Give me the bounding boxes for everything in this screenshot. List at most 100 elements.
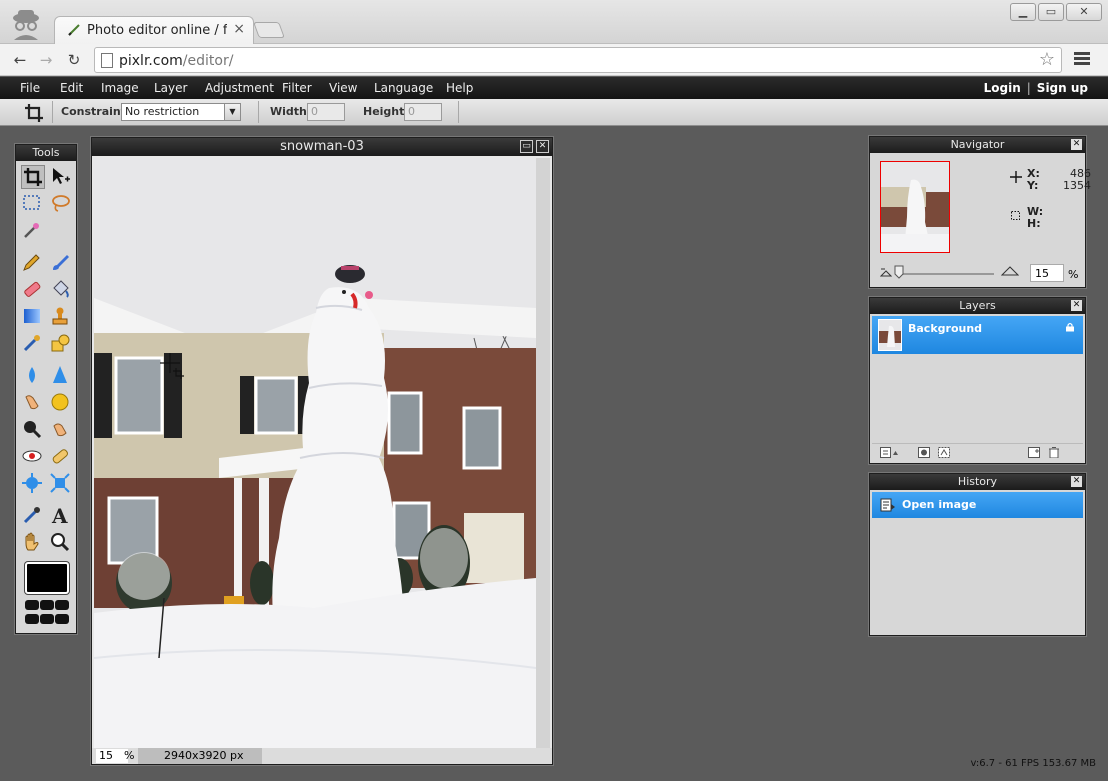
document-statusbar: 15 % 2940x3920 px — [92, 748, 552, 764]
blur-tool[interactable] — [21, 364, 45, 388]
close-document-button[interactable]: ✕ — [536, 140, 549, 153]
foreground-color-swatch[interactable] — [25, 562, 69, 594]
thumbnail-image — [881, 162, 949, 252]
smudge-tool[interactable] — [21, 391, 45, 415]
address-bar[interactable]: pixlr.com/editor/ ☆ — [94, 47, 1062, 73]
menu-view[interactable]: View — [329, 81, 357, 95]
shape-tool[interactable] — [49, 332, 73, 356]
crop-tool[interactable] — [21, 165, 45, 189]
close-navigator-button[interactable]: ✕ — [1071, 139, 1082, 150]
palette-button[interactable] — [55, 600, 69, 610]
sharpen-tool[interactable] — [49, 364, 73, 388]
type-tool[interactable]: A — [49, 504, 73, 528]
selection-size-icon — [1011, 211, 1020, 220]
document-title: snowman-03 — [92, 138, 552, 156]
navigator-panel: Navigator ✕ X: 486 Y: 1354 W: H: 15 % — [869, 136, 1091, 288]
replace-color-tool[interactable] — [21, 332, 45, 356]
navigator-zoom-input[interactable]: 15 — [1030, 264, 1064, 282]
pinch-tool[interactable] — [49, 472, 73, 496]
color-picker-tool[interactable] — [21, 504, 45, 528]
layer-styles-icon[interactable] — [938, 447, 950, 458]
sponge-icon — [51, 393, 69, 411]
chrome-menu-icon[interactable] — [1074, 52, 1090, 66]
menu-filter[interactable]: Filter — [282, 81, 312, 95]
minimize-button[interactable]: ▁ — [1010, 3, 1036, 21]
height-input[interactable]: 0 — [404, 103, 442, 121]
marquee-tool[interactable] — [21, 192, 45, 216]
history-title: History — [870, 474, 1085, 490]
navigator-thumbnail[interactable] — [880, 161, 950, 253]
menu-image[interactable]: Image — [101, 81, 139, 95]
navigator-title: Navigator — [870, 137, 1085, 153]
move-tool[interactable] — [49, 165, 73, 189]
lasso-tool[interactable] — [49, 192, 73, 216]
bloat-tool[interactable] — [21, 472, 45, 496]
signup-link[interactable]: Sign up — [1037, 81, 1088, 95]
maximize-document-button[interactable]: ▭ — [520, 140, 533, 153]
zoom-out-icon[interactable] — [880, 267, 892, 277]
red-eye-tool[interactable] — [21, 445, 45, 469]
close-layers-button[interactable]: ✕ — [1071, 300, 1082, 311]
constraint-select[interactable]: No restriction ▼ — [121, 103, 241, 121]
image-canvas[interactable] — [94, 158, 536, 748]
magic-wand-tool[interactable] — [21, 219, 45, 243]
brush-tool[interactable] — [49, 251, 73, 275]
history-item[interactable]: Open image — [872, 492, 1083, 518]
bandage-icon — [52, 449, 68, 464]
layer-settings-icon[interactable] — [880, 447, 900, 458]
trash-icon[interactable] — [1048, 447, 1060, 458]
gradient-icon — [24, 309, 40, 323]
new-tab-button[interactable] — [253, 22, 285, 38]
close-window-button[interactable]: ✕ — [1066, 3, 1102, 21]
menu-layer[interactable]: Layer — [154, 81, 187, 95]
burn-tool[interactable] — [49, 418, 73, 442]
sponge-tool[interactable] — [49, 391, 73, 415]
crosshair-icon — [1010, 171, 1022, 183]
clone-stamp-tool[interactable] — [49, 305, 73, 329]
layer-mask-icon[interactable] — [918, 447, 930, 458]
hand-tool[interactable] — [21, 531, 45, 555]
reload-icon[interactable]: ↻ — [64, 50, 84, 70]
menu-help[interactable]: Help — [446, 81, 473, 95]
menu-file[interactable]: File — [20, 81, 40, 95]
palette-button[interactable] — [25, 614, 39, 624]
menu-edit[interactable]: Edit — [60, 81, 83, 95]
layer-item[interactable]: Background — [872, 316, 1083, 354]
lock-icon[interactable] — [1065, 322, 1075, 332]
back-arrow-icon[interactable]: ← — [10, 50, 30, 70]
forward-arrow-icon[interactable]: → — [36, 50, 56, 70]
login-link[interactable]: Login — [984, 81, 1021, 95]
zoom-tool[interactable] — [49, 531, 73, 555]
spot-heal-tool[interactable] — [49, 445, 73, 469]
palette-button[interactable] — [55, 614, 69, 624]
menu-language[interactable]: Language — [374, 81, 433, 95]
app-menubar: File Edit Image Layer Adjustment Filter … — [0, 77, 1108, 99]
hand-icon — [25, 532, 39, 551]
sharpen-cone-icon — [53, 366, 67, 383]
browser-toolbar: ← → ↻ pixlr.com/editor/ ☆ — [0, 44, 1108, 76]
browser-tab[interactable]: Photo editor online / free image editing… — [54, 16, 254, 44]
palette-button[interactable] — [25, 600, 39, 610]
snowman-photo — [94, 158, 536, 748]
open-document-icon — [880, 498, 895, 512]
pencil-tool[interactable] — [21, 251, 45, 275]
width-input[interactable]: 0 — [307, 103, 345, 121]
dodge-burn-tool[interactable] — [21, 418, 45, 442]
menu-adjustment[interactable]: Adjustment — [205, 81, 274, 95]
maximize-button[interactable]: ▭ — [1038, 3, 1064, 21]
text-a-icon: A — [51, 504, 68, 528]
close-history-button[interactable]: ✕ — [1071, 476, 1082, 487]
bookmark-star-icon[interactable]: ☆ — [1039, 49, 1055, 70]
chevron-down-icon[interactable]: ▼ — [224, 104, 240, 120]
zoom-slider-track[interactable] — [898, 273, 994, 275]
palette-button[interactable] — [40, 600, 54, 610]
bucket-tool[interactable] — [49, 278, 73, 302]
vertical-scrollbar[interactable] — [536, 158, 550, 748]
gradient-tool[interactable] — [21, 305, 45, 329]
eraser-tool[interactable] — [21, 278, 45, 302]
zoom-in-icon[interactable] — [1001, 266, 1019, 276]
new-layer-icon[interactable] — [1028, 447, 1040, 458]
tab-close-button[interactable]: × — [233, 21, 245, 37]
palette-button[interactable] — [40, 614, 54, 624]
zoom-slider-handle[interactable] — [894, 265, 904, 279]
